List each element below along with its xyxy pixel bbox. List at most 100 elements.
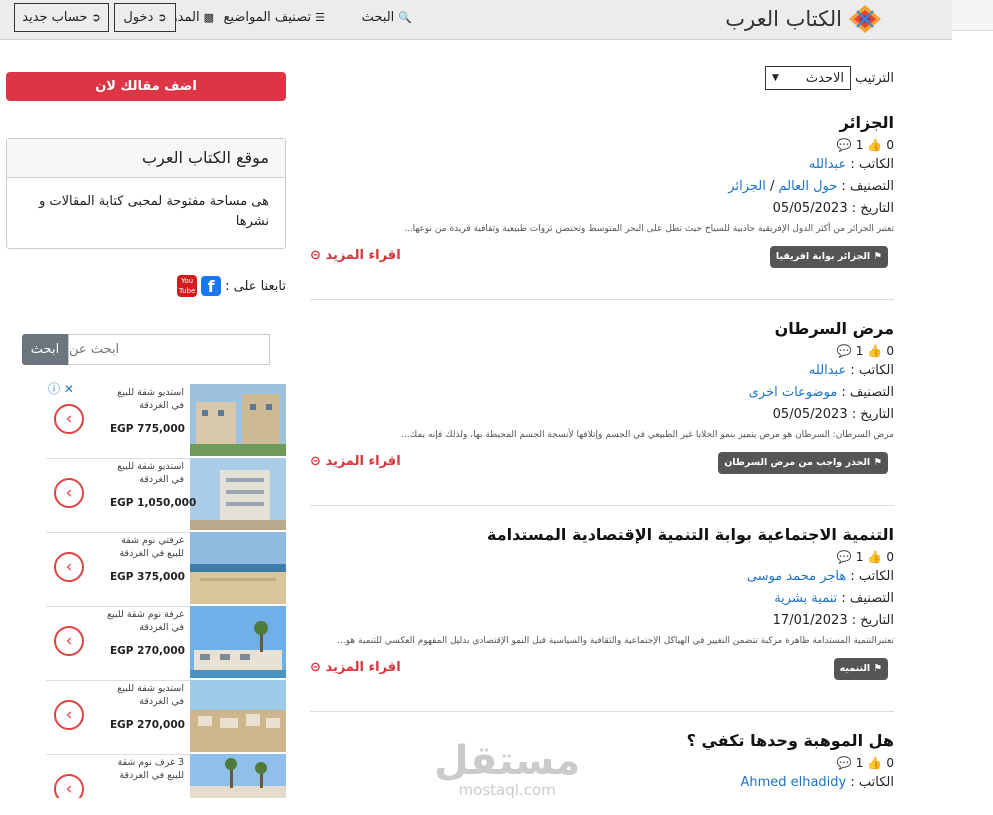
date-value: 05/05/2023 [772, 201, 848, 216]
article-title[interactable]: هل الموهبة وحدها تكفي ؟ [310, 728, 894, 754]
sort-select[interactable]: الاحدث ▼ [765, 66, 852, 90]
search-icon: 🔍 [398, 11, 412, 24]
article-date: التاريخ : 17/01/2023 [310, 610, 894, 632]
thumbs-up-icon[interactable]: 👍 [867, 136, 882, 154]
tag-icon: ⚑ [873, 457, 882, 468]
login-button[interactable]: ➲ دخول [114, 3, 176, 32]
address-book-icon: ▩ [203, 11, 214, 24]
read-more-label: اقراء المزيد [325, 454, 401, 469]
likes-count: 0 [886, 344, 894, 358]
youtube-icon[interactable]: You Tube [177, 275, 198, 297]
comment-icon: 💬 [836, 756, 852, 770]
watermark: مستقل mostaql.com [434, 740, 580, 798]
tag-badge[interactable]: ⚑ الحذر واجب من مرض السرطان [718, 452, 888, 474]
article-title[interactable]: التنمية الاجتماعية بوابة التنمية الإقتصا… [310, 522, 894, 548]
date-label: التاريخ : [851, 613, 894, 628]
navbar-edge [952, 0, 993, 31]
ad-title: استديو شقة للبيع في الغردقة [117, 461, 184, 485]
ad-title: غرفتي نوم شقة للبيع في الغردقة [119, 535, 184, 559]
chevron-left-icon[interactable]: ‹ [54, 626, 84, 656]
ad-item[interactable]: استديو شقة للبيع في الغردقة EGP 270,000 … [46, 680, 286, 755]
add-article-button[interactable]: اضف مقالك لان [6, 72, 286, 101]
category-separator: / [769, 179, 775, 194]
ad-photo [190, 532, 286, 604]
article-excerpt: تعتبر الجزائر من أكثر الدول الإفريقية جا… [404, 224, 894, 234]
follow-label: تابعنا على : [225, 278, 286, 294]
category-label: التصنيف : [841, 385, 894, 400]
divider [310, 505, 894, 506]
ad-photo [190, 384, 286, 456]
category-label: التصنيف : [841, 591, 894, 606]
follow-us: تابعنا على : f You Tube [177, 275, 286, 297]
read-more-link[interactable]: اقراء المزيد ⊝ [310, 454, 401, 469]
read-more-label: اقراء المزيد [325, 248, 401, 263]
date-label: التاريخ : [851, 201, 894, 216]
chevron-left-icon[interactable]: ‹ [54, 404, 84, 434]
chevron-down-icon: ▼ [772, 73, 779, 83]
ad-price: EGP 375,000 [110, 571, 185, 583]
comment-icon: 💬 [836, 344, 852, 358]
chevron-left-icon[interactable]: ‹ [54, 700, 84, 730]
sign-in-icon: ➲ [157, 11, 167, 24]
read-more-link[interactable]: اقراء المزيد ⊝ [310, 248, 401, 263]
sign-out-icon: ➲ [91, 11, 101, 24]
sidebar-search: ابحث ابحث عن [22, 334, 270, 365]
ad-item[interactable]: غرفتي نوم شقة للبيع في الغردقة EGP 375,0… [46, 532, 286, 607]
ad-title: 3 غرف نوم شقة للبيع في الغردقة [117, 757, 184, 781]
article-title[interactable]: الجزائر [310, 110, 894, 136]
article-card: مرض السرطان 0 👍 1 💬 الكاتب : عبدالله الت… [310, 316, 894, 484]
comments-count: 1 [855, 756, 864, 770]
category-link[interactable]: حول العالم [779, 179, 838, 194]
category-link[interactable]: الجزائر [728, 179, 766, 194]
chevron-left-icon[interactable]: ‹ [54, 552, 84, 582]
date-value: 17/01/2023 [772, 613, 848, 628]
chevron-left-icon[interactable]: ‹ [54, 774, 84, 798]
chevron-left-icon[interactable]: ‹ [54, 478, 84, 508]
nav-categories[interactable]: ☰ تصنيف المواضيع [224, 10, 326, 25]
ad-item[interactable]: 3 غرف نوم شقة للبيع في الغردقة ‹ [46, 754, 286, 798]
search-button[interactable]: ابحث [22, 334, 68, 365]
article-stats: 0 👍 1 💬 [310, 136, 894, 154]
ad-item[interactable]: غرفة نوم شقة للبيع في الغردقة EGP 270,00… [46, 606, 286, 681]
read-more-link[interactable]: اقراء المزيد ⊝ [310, 660, 401, 675]
author-link[interactable]: عبدالله [809, 157, 846, 172]
search-input[interactable]: ابحث عن [68, 334, 270, 365]
tag-badge[interactable]: ⚑ التنميه [833, 658, 888, 680]
thumbs-up-icon[interactable]: 👍 [867, 754, 882, 772]
ad-item[interactable]: استديو شقة للبيع في الغردقة EGP 775,000 … [46, 384, 286, 459]
article-author: الكاتب : هاجر محمد موسى [310, 566, 894, 588]
brand[interactable]: الكتاب العرب [725, 4, 882, 34]
comments-count: 1 [855, 138, 864, 152]
ad-price: EGP 270,000 [110, 645, 185, 657]
category-link[interactable]: تنمية بشرية [774, 591, 837, 606]
tag-icon: ⚑ [873, 251, 882, 262]
login-label: دخول [123, 10, 154, 25]
arrow-circle-icon: ⊝ [310, 248, 321, 263]
author-label: الكاتب : [850, 569, 894, 584]
ad-item[interactable]: استديو شقة للبيع في الغردقة EGP 1,050,00… [46, 458, 286, 533]
likes-count: 0 [886, 550, 894, 564]
author-link[interactable]: عبدالله [809, 363, 846, 378]
article-card: هل الموهبة وحدها تكفي ؟ 0 👍 1 💬 الكاتب :… [310, 728, 894, 794]
article-author: الكاتب : عبدالله [310, 360, 894, 382]
register-button[interactable]: ➲ حساب جديد [14, 3, 109, 32]
category-link[interactable]: موضوعات اخرى [749, 385, 838, 400]
nav-search[interactable]: 🔍 البحث [362, 10, 412, 25]
date-value: 05/05/2023 [772, 407, 848, 422]
tag-badge[interactable]: ⚑ الجزائر بوابة افريقيا [769, 246, 888, 268]
nav-search-label: البحث [361, 10, 395, 25]
comments-count: 1 [855, 550, 864, 564]
ad-photo [190, 606, 286, 678]
author-link[interactable]: Ahmed elhadidy [740, 775, 846, 790]
ad-photo [190, 458, 286, 530]
thumbs-up-icon[interactable]: 👍 [867, 548, 882, 566]
divider [310, 299, 894, 300]
thumbs-up-icon[interactable]: 👍 [867, 342, 882, 360]
article-title[interactable]: مرض السرطان [310, 316, 894, 342]
facebook-icon[interactable]: f [201, 276, 222, 296]
ad-title: غرفة نوم شقة للبيع في الغردقة [106, 609, 184, 633]
author-link[interactable]: هاجر محمد موسى [747, 569, 846, 584]
ad-title: استديو شقة للبيع في الغردقة [117, 387, 184, 411]
navbar: الكتاب العرب 🔍 البحث ☰ تصنيف المواضيع ▩ … [0, 0, 952, 40]
tag-label: الحذر واجب من مرض السرطان [724, 457, 871, 468]
